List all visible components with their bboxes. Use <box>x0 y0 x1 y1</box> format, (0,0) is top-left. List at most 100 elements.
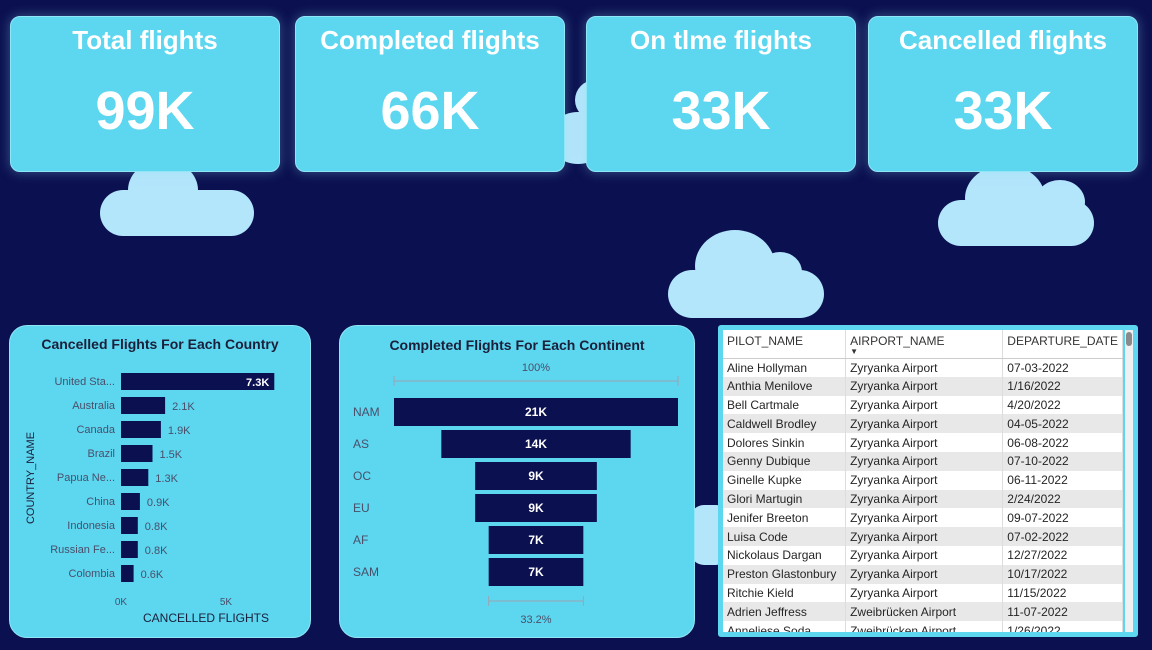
table-cell: Dolores Sinkin <box>723 433 847 452</box>
table-cell: Zweibrücken Airport <box>845 621 1004 632</box>
bar <box>121 397 166 414</box>
column-header-airport-name[interactable]: AIRPORT_NAME ▼ <box>845 330 1004 359</box>
table-row[interactable]: Glori Martugin Zyryanka Airport 2/24/2022 <box>723 489 1123 509</box>
table-cell: Zyryanka Airport <box>845 583 1004 603</box>
table-cell: Adrien Jeffress <box>723 602 847 622</box>
table-cell: 07-10-2022 <box>1002 451 1123 471</box>
category-label: China <box>86 496 116 508</box>
kpi-value: 33K <box>953 81 1053 141</box>
data-label: 7.3K <box>246 377 269 389</box>
table-cell: 2/24/2022 <box>1002 489 1123 509</box>
category-label: AF <box>353 533 368 547</box>
data-label: 2.1K <box>172 401 195 413</box>
table-cell: 1/26/2022 <box>1002 621 1123 632</box>
scrollbar-thumb[interactable] <box>1126 332 1132 346</box>
completed-by-continent-chart[interactable]: Completed Flights For Each Continent NAM… <box>339 325 695 638</box>
category-label: Canada <box>76 424 115 436</box>
table-cell: 11-07-2022 <box>1002 602 1123 622</box>
table-row[interactable]: Caldwell Brodley Zyryanka Airport 04-05-20… <box>723 414 1123 434</box>
x-axis-title: CANCELLED FLIGHTS <box>143 611 269 625</box>
table-cell: Genny Dubique <box>723 451 847 471</box>
category-label: OC <box>353 469 371 483</box>
bar-chart-svg: United Sta... 7.3K Australia 2.1K Canada 1.9K… <box>25 373 275 625</box>
bar <box>121 493 140 510</box>
bar <box>121 541 138 558</box>
data-label: 1.5K <box>160 449 183 461</box>
category-label: United Sta... <box>54 376 115 388</box>
table-row[interactable]: Preston Glastonbury Zyryanka Airport 10/17… <box>723 564 1123 584</box>
table-cell: Luisa Code <box>723 527 847 546</box>
data-label: 0.8K <box>145 545 168 557</box>
table-row[interactable]: Genny Dubique Zyryanka Airport 07-10-2022 <box>723 451 1123 471</box>
data-label: 14K <box>525 437 547 451</box>
cloud-decoration <box>758 252 802 292</box>
kpi-title: Total flights <box>72 25 218 55</box>
table-cell: Zyryanka Airport <box>845 564 1004 584</box>
kpi-completed-flights: Completed flights 66K <box>295 16 565 172</box>
kpi-title: Completed flights <box>320 25 540 55</box>
table-cell: Ritchie Kield <box>723 583 847 603</box>
kpi-value: 99K <box>95 81 195 141</box>
category-label: Colombia <box>69 568 116 580</box>
column-header-departure-date[interactable]: DEPARTURE_DATE <box>1002 330 1123 359</box>
data-label: 21K <box>525 405 547 419</box>
table-cell: 1/16/2022 <box>1002 376 1123 396</box>
table-cell: Zyryanka Airport <box>845 489 1004 509</box>
category-label: SAM <box>353 565 379 579</box>
table-scrollbar[interactable] <box>1125 330 1133 632</box>
bar <box>121 469 149 486</box>
column-header-pilot-name[interactable]: PILOT_NAME <box>723 330 847 359</box>
table-cell: Zyryanka Airport <box>845 508 1004 528</box>
category-label: Brazil <box>87 448 115 460</box>
table-cell: Zyryanka Airport <box>845 545 1004 565</box>
table-cell: Ginelle Kupke <box>723 470 847 490</box>
table-row[interactable]: Anneliese Soda Zweibrücken Airport 1/26/20… <box>723 621 1123 632</box>
table-cell: 04-05-2022 <box>1002 414 1123 434</box>
table-cell: Zyryanka Airport <box>845 433 1004 452</box>
cancelled-by-country-chart[interactable]: Cancelled Flights For Each Country Unite… <box>9 325 311 638</box>
table-row[interactable]: Ritchie Kield Zyryanka Airport 11/15/2022 <box>723 583 1123 603</box>
column-header-label: AIRPORT_NAME <box>850 334 945 348</box>
table-header-row: PILOT_NAME AIRPORT_NAME ▼ DEPARTURE_DATE <box>723 330 1123 359</box>
data-label: 7K <box>528 565 544 579</box>
kpi-title: Cancelled flights <box>898 25 1108 55</box>
table-cell: Zyryanka Airport <box>845 470 1004 490</box>
table-cell: Anneliese Soda <box>723 621 847 632</box>
table-cell: Glori Martugin <box>723 489 847 509</box>
table-row[interactable]: Jenifer Breeton Zyryanka Airport 09-07-202… <box>723 508 1123 528</box>
table-cell: Zyryanka Airport <box>845 414 1004 434</box>
table-row[interactable]: Adrien Jeffress Zweibrücken Airport 11-07-… <box>723 602 1123 622</box>
data-label: 9K <box>528 469 544 483</box>
table-cell: Aline Hollyman <box>723 358 847 377</box>
table-row[interactable]: Bell Cartmale Zyryanka Airport 4/20/2022 <box>723 395 1123 415</box>
kpi-title: On tlme flights <box>630 25 812 55</box>
pilot-departures-table[interactable]: PILOT_NAME AIRPORT_NAME ▼ DEPARTURE_DATE … <box>723 330 1123 632</box>
kpi-value: 66K <box>380 81 480 141</box>
table-cell: Zyryanka Airport <box>845 395 1004 415</box>
table-row[interactable]: Aline Hollyman Zyryanka Airport 07-03-2022 <box>723 358 1123 377</box>
table-row[interactable]: Anthia Menilove Zyryanka Airport 1/16/2022 <box>723 376 1123 396</box>
kpi-on-time-flights: On tlme flights 33K <box>586 16 856 172</box>
table-cell: Caldwell Brodley <box>723 414 847 434</box>
bar <box>121 565 134 582</box>
top-percent-label: 100% <box>522 362 550 374</box>
cloud-decoration <box>965 165 1045 231</box>
table-cell: Bell Cartmale <box>723 395 847 415</box>
table-row[interactable]: Luisa Code Zyryanka Airport 07-02-2022 <box>723 527 1123 546</box>
table-row[interactable]: Nickolaus Dargan Zyryanka Airport 12/27/20… <box>723 545 1123 565</box>
pilot-departures-table-panel: PILOT_NAME AIRPORT_NAME ▼ DEPARTURE_DATE … <box>718 325 1138 637</box>
bar <box>121 517 138 534</box>
table-cell: Zweibrücken Airport <box>845 602 1004 622</box>
table-row[interactable]: Dolores Sinkin Zyryanka Airport 06-08-2022 <box>723 433 1123 452</box>
table-cell: Zyryanka Airport <box>845 358 1004 377</box>
table-cell: 4/20/2022 <box>1002 395 1123 415</box>
table-cell: Zyryanka Airport <box>845 527 1004 546</box>
category-label: AS <box>353 437 369 451</box>
table-cell: 10/17/2022 <box>1002 564 1123 584</box>
funnel-chart-svg: NAM 21K AS 14K OC 9K EU 9K AF 7K SAM 7K 100% 33.2% <box>353 362 679 626</box>
category-label: EU <box>353 501 370 515</box>
data-label: 1.9K <box>168 425 191 437</box>
table-cell: Nickolaus Dargan <box>723 545 847 565</box>
table-row[interactable]: Ginelle Kupke Zyryanka Airport 06-11-2022 <box>723 470 1123 490</box>
category-label: Indonesia <box>67 520 116 532</box>
